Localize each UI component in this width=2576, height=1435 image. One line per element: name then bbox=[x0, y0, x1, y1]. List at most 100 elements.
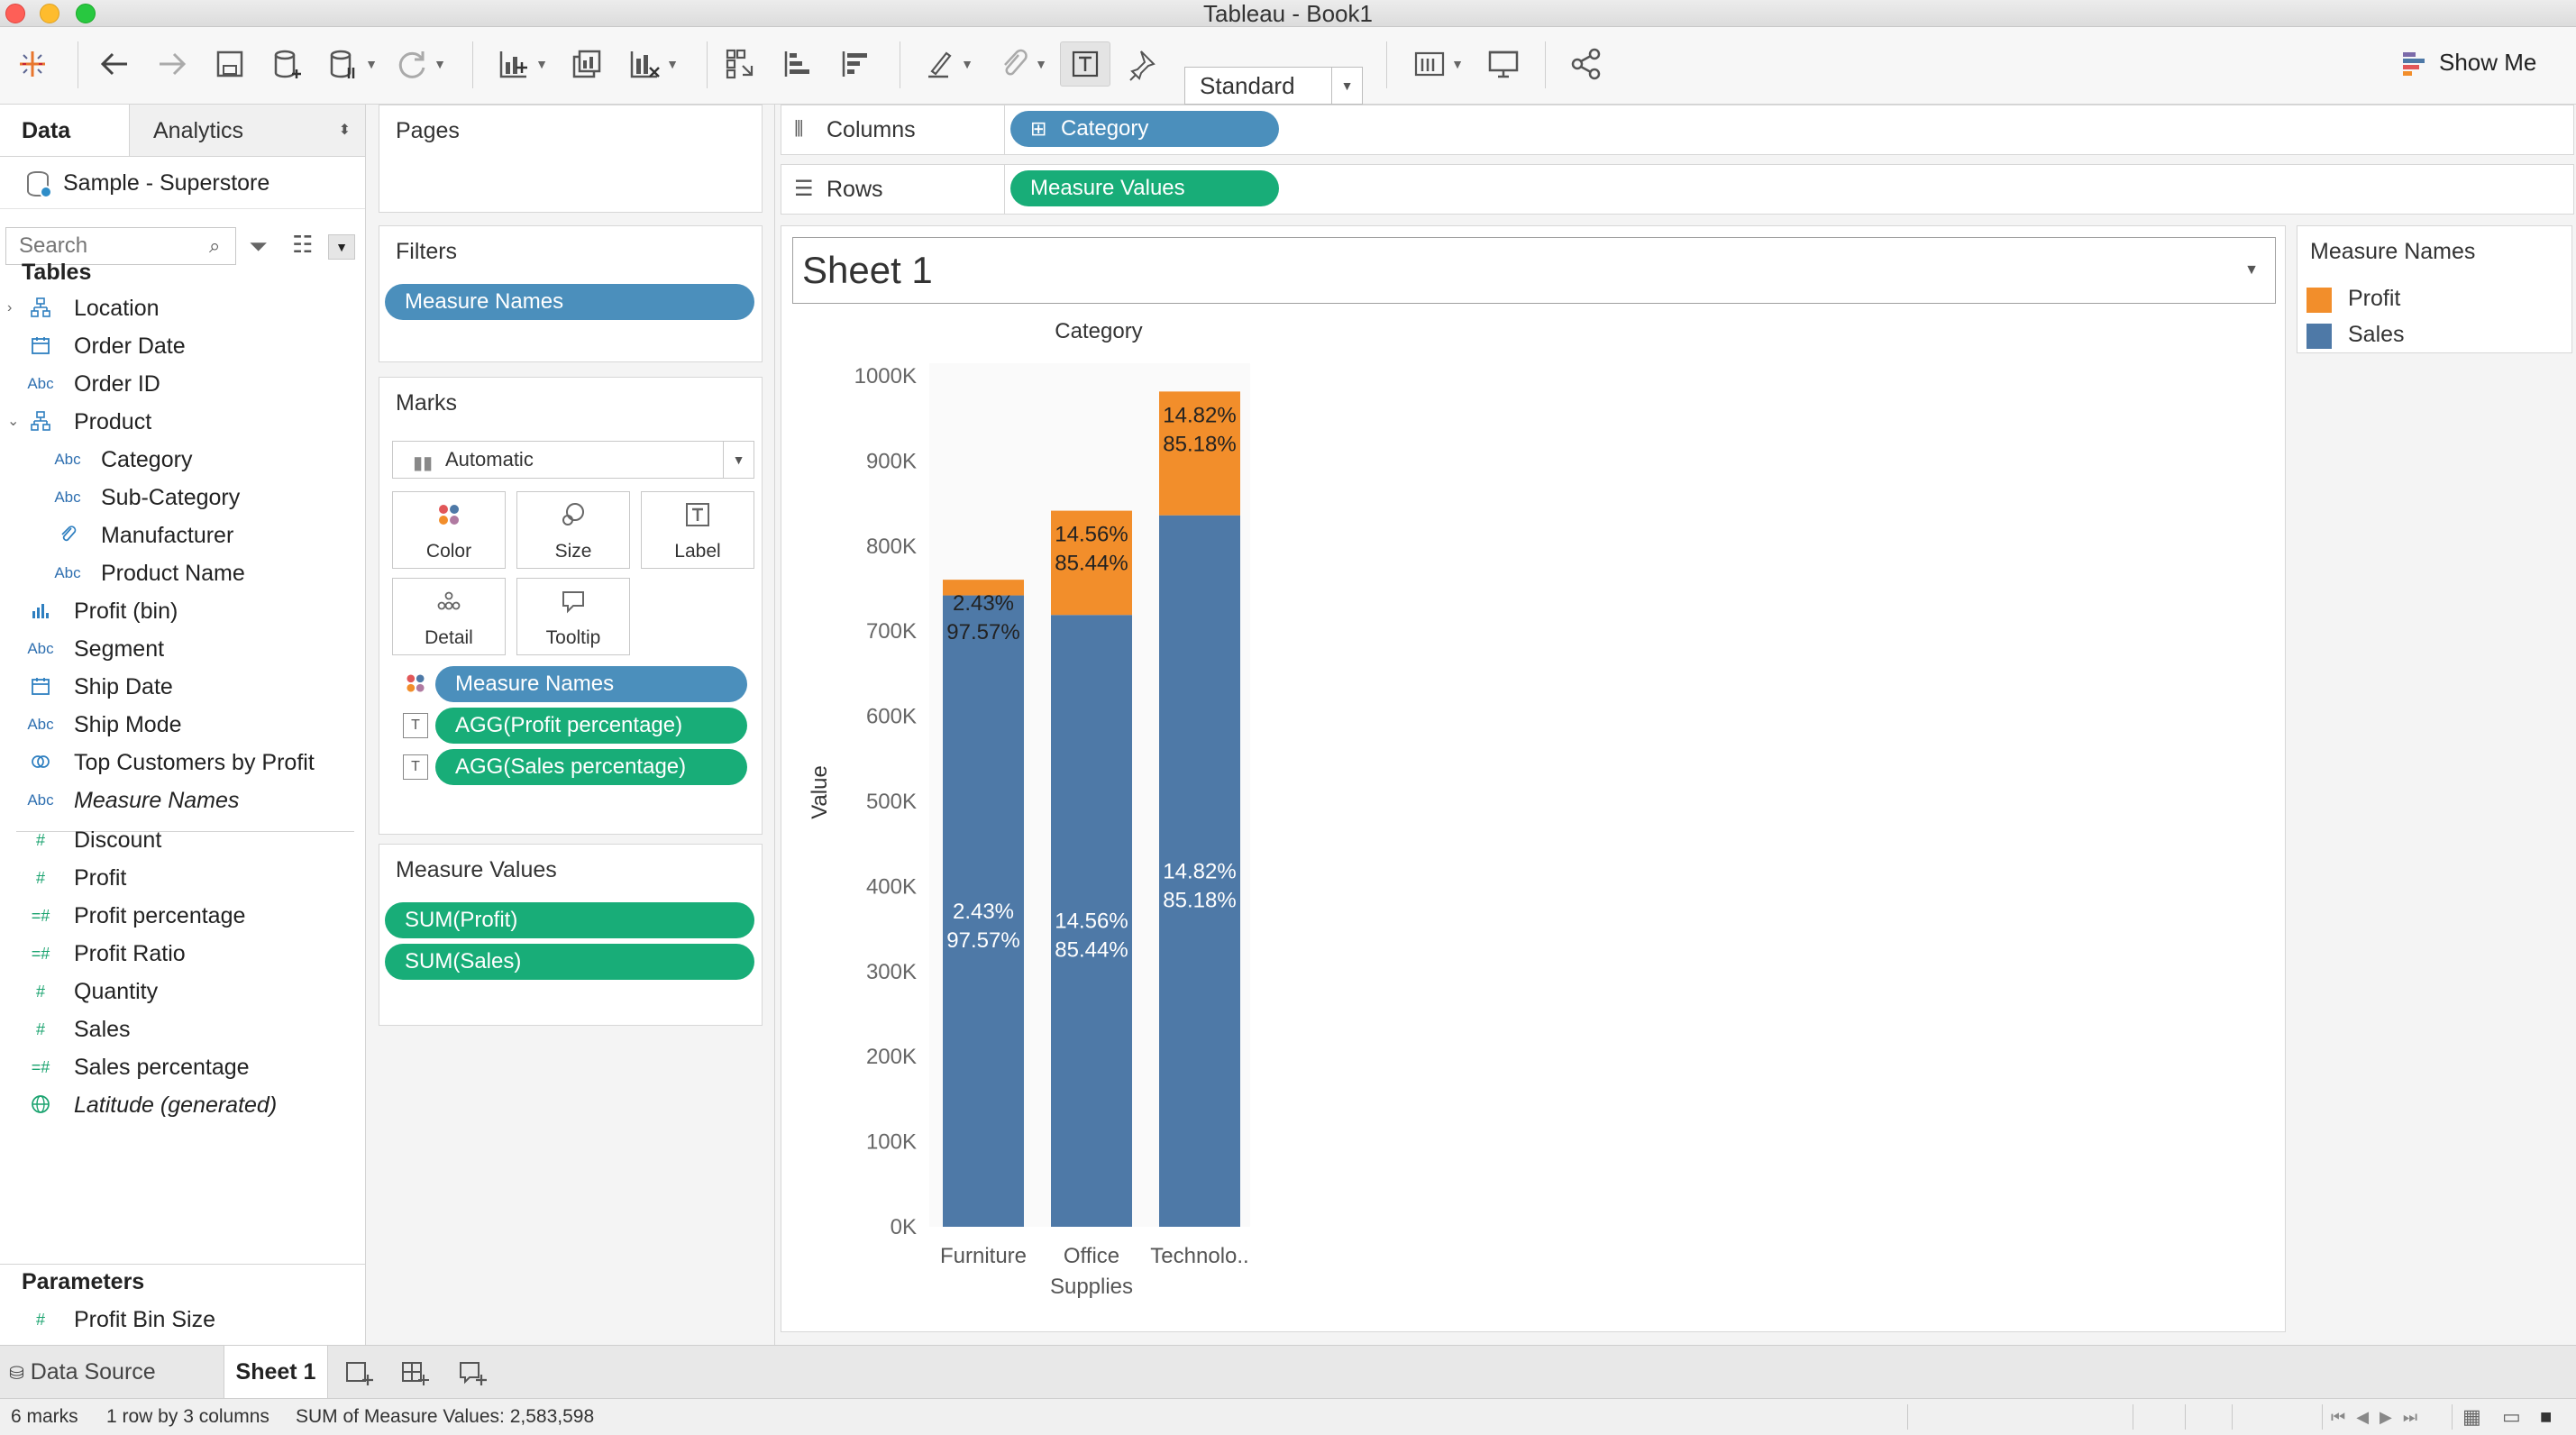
text-label-icon[interactable]: T bbox=[403, 754, 428, 780]
columns-pill-category[interactable]: ⊞ Category bbox=[1010, 111, 1279, 147]
chevron-down-icon[interactable]: ⌄ bbox=[7, 404, 19, 440]
filters-card[interactable]: Filters Measure Names bbox=[379, 225, 763, 362]
field-top-customers-by-profit[interactable]: Top Customers by Profit bbox=[0, 745, 365, 781]
field-label: Order ID bbox=[74, 371, 160, 397]
marks-pill-measure-names[interactable]: Measure Names bbox=[435, 666, 747, 702]
tab-sheet-1[interactable]: Sheet 1 bbox=[224, 1346, 328, 1398]
field-category[interactable]: Abc Category bbox=[0, 442, 365, 478]
show-mark-labels-icon[interactable] bbox=[1060, 41, 1110, 87]
show-filmstrip-icon[interactable]: ▭ bbox=[2502, 1399, 2521, 1435]
field-product-name[interactable]: Abc Product Name bbox=[0, 555, 365, 591]
tableau-logo-icon[interactable] bbox=[13, 41, 52, 87]
tab-data[interactable]: Data bbox=[0, 105, 130, 156]
field-label: Sales percentage bbox=[74, 1055, 250, 1080]
measure-values-pill-profit[interactable]: SUM(Profit) bbox=[385, 902, 754, 938]
marks-pill-profit-percentage[interactable]: AGG(Profit percentage) bbox=[435, 708, 747, 744]
redo-icon[interactable] bbox=[151, 41, 193, 87]
new-dashboard-icon[interactable] bbox=[393, 1346, 436, 1398]
marks-label-button[interactable]: Label bbox=[641, 491, 754, 569]
columns-shelf[interactable]: ⦀ Columns ⊞ Category bbox=[781, 105, 2574, 155]
field-profit-ratio[interactable]: =# Profit Ratio bbox=[0, 936, 365, 972]
legend-item-profit[interactable]: Profit bbox=[2307, 280, 2400, 316]
sort-descending-icon[interactable] bbox=[835, 41, 878, 87]
legend-swatch bbox=[2307, 288, 2332, 313]
pages-card[interactable]: Pages bbox=[379, 105, 763, 213]
field-ship-date[interactable]: Ship Date bbox=[0, 669, 365, 705]
parameter-profit-bin-size[interactable]: # Profit Bin Size bbox=[0, 1302, 365, 1338]
fix-axes-icon[interactable] bbox=[1121, 41, 1165, 87]
filter-icon[interactable]: ⏷ bbox=[249, 233, 268, 261]
legend-title: Measure Names bbox=[2310, 239, 2476, 264]
marks-size-button[interactable]: Size bbox=[516, 491, 630, 569]
field-location[interactable]: › Location bbox=[0, 290, 365, 326]
marks-detail-button[interactable]: Detail bbox=[392, 578, 506, 655]
stacked-bar-chart: Category Value 0K 100K 200K 300K 400K 500K 600K 7… bbox=[808, 319, 1250, 1299]
show-tabs-icon[interactable]: ■ bbox=[2540, 1399, 2552, 1435]
sort-ascending-icon[interactable] bbox=[777, 41, 820, 87]
field-label: Top Customers by Profit bbox=[74, 750, 315, 775]
field-sub-category[interactable]: Abc Sub-Category bbox=[0, 480, 365, 516]
field-sales-percentage[interactable]: =# Sales percentage bbox=[0, 1049, 365, 1085]
hierarchy-icon bbox=[25, 411, 56, 435]
legend-item-sales[interactable]: Sales bbox=[2307, 316, 2405, 352]
parameters-section-title: Parameters bbox=[22, 1269, 145, 1294]
view-list-icon[interactable]: ☷ bbox=[292, 231, 313, 259]
field-measure-names[interactable]: Abc Measure Names bbox=[0, 782, 365, 818]
highlight-icon[interactable]: ▼ bbox=[918, 41, 977, 87]
new-worksheet-icon[interactable]: ▼ bbox=[487, 41, 557, 87]
tab-data-source[interactable]: ⛁ Data Source bbox=[0, 1346, 224, 1398]
field-quantity[interactable]: # Quantity bbox=[0, 973, 365, 1010]
rows-pill-measure-values[interactable]: Measure Values bbox=[1010, 170, 1279, 206]
field-order-date[interactable]: Order Date bbox=[0, 328, 365, 364]
new-data-source-icon[interactable] bbox=[267, 41, 308, 87]
swap-rows-columns-icon[interactable] bbox=[719, 41, 763, 87]
color-palette-icon[interactable] bbox=[403, 672, 428, 697]
duplicate-sheet-icon[interactable] bbox=[564, 41, 609, 87]
refresh-icon[interactable]: ▼ bbox=[393, 41, 447, 87]
field-discount[interactable]: # Discount bbox=[0, 822, 365, 858]
new-story-icon[interactable] bbox=[451, 1346, 494, 1398]
field-order-id[interactable]: Abc Order ID bbox=[0, 366, 365, 402]
filter-pill-measure-names[interactable]: Measure Names bbox=[385, 284, 754, 320]
sheet-navigation-icon[interactable]: ⏮◀▶⏭ bbox=[2331, 1399, 2428, 1435]
field-label: Category bbox=[101, 447, 193, 472]
field-segment[interactable]: Abc Segment bbox=[0, 631, 365, 667]
marks-pill-sales-percentage[interactable]: AGG(Sales percentage) bbox=[435, 749, 747, 785]
show-hide-cards-icon[interactable]: ▼ bbox=[1406, 41, 1469, 87]
mark-type-dropdown[interactable]: ▮▮ Automatic ▼ bbox=[392, 441, 754, 479]
field-manufacturer[interactable]: Manufacturer bbox=[0, 517, 365, 553]
undo-icon[interactable] bbox=[94, 41, 135, 87]
field-profit-percentage[interactable]: =# Profit percentage bbox=[0, 898, 365, 934]
show-sheet-sorter-icon[interactable]: ▦ bbox=[2462, 1399, 2481, 1435]
tab-analytics[interactable]: Analytics ⬍ bbox=[130, 105, 365, 156]
rows-shelf[interactable]: ☰ Rows Measure Values bbox=[781, 164, 2574, 215]
group-members-icon[interactable]: ▼ bbox=[991, 41, 1051, 87]
y-axis-label: Value bbox=[808, 765, 832, 819]
show-me-button[interactable]: Show Me bbox=[2401, 49, 2536, 77]
profit-segment-profit-pct: 14.82% bbox=[1163, 403, 1236, 427]
chevron-down-icon[interactable]: ▼ bbox=[328, 234, 355, 260]
clear-sheet-icon[interactable]: ▼ bbox=[618, 41, 687, 87]
chevron-right-icon[interactable]: › bbox=[7, 290, 12, 326]
presentation-mode-icon[interactable] bbox=[1482, 41, 1525, 87]
x-category-label: Furniture bbox=[940, 1244, 1027, 1268]
field-product[interactable]: ⌄ Product bbox=[0, 404, 365, 440]
field-profit-bin[interactable]: Profit (bin) bbox=[0, 593, 365, 629]
field-label: Ship Date bbox=[74, 674, 173, 699]
field-latitude-generated[interactable]: Latitude (generated) bbox=[0, 1087, 365, 1123]
divider bbox=[0, 1264, 365, 1265]
share-icon[interactable] bbox=[1565, 41, 1608, 87]
marks-color-button[interactable]: Color bbox=[392, 491, 506, 569]
fit-view-dropdown[interactable]: Standard ▼ bbox=[1184, 67, 1363, 105]
new-worksheet-icon[interactable] bbox=[337, 1346, 380, 1398]
data-source-item[interactable]: Sample - Superstore bbox=[0, 157, 365, 209]
field-sales[interactable]: # Sales bbox=[0, 1011, 365, 1047]
pause-updates-icon[interactable]: ▼ bbox=[324, 41, 379, 87]
save-icon[interactable] bbox=[209, 41, 251, 87]
field-profit[interactable]: # Profit bbox=[0, 860, 365, 896]
text-label-icon[interactable]: T bbox=[403, 713, 428, 738]
marks-tooltip-button[interactable]: Tooltip bbox=[516, 578, 630, 655]
measure-values-pill-sales[interactable]: SUM(Sales) bbox=[385, 944, 754, 980]
calculated-field-icon: =# bbox=[31, 907, 50, 925]
field-ship-mode[interactable]: Abc Ship Mode bbox=[0, 707, 365, 743]
